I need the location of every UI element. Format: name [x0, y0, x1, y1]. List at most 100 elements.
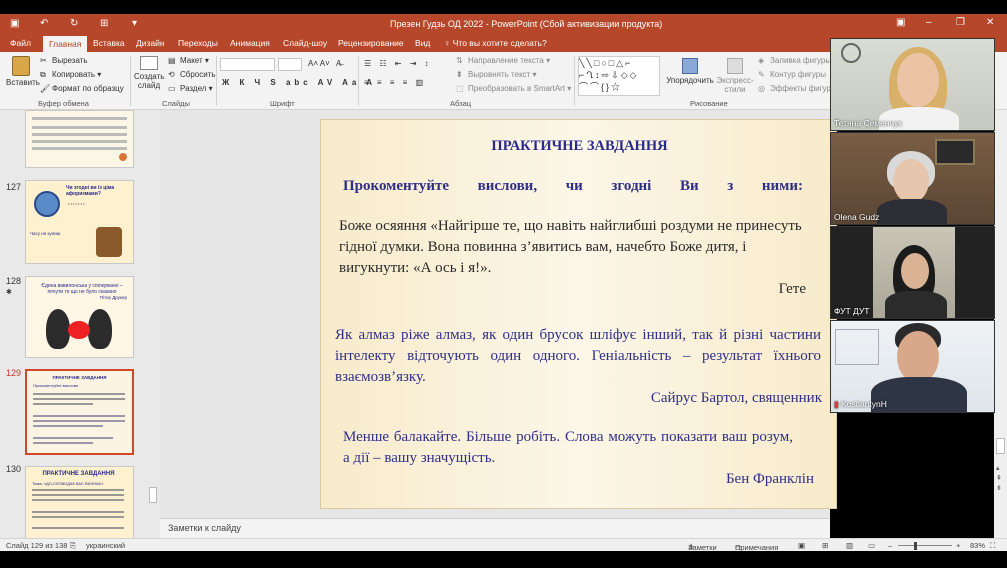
video-tile[interactable]: Тетяна Семенчук — [830, 38, 995, 131]
thumb-subtitle: Прокоментуйте вислови — [33, 383, 79, 388]
quote-author: Сайрус Бартол, священник — [650, 390, 822, 406]
customize-qat-icon[interactable]: ▾ — [132, 18, 137, 29]
save-icon[interactable]: ▣ — [10, 18, 19, 29]
layout-button[interactable]: ▤ Макет ▾ — [168, 56, 209, 66]
smartart-button[interactable]: ⬚ Преобразовать в SmartArt ▾ — [456, 84, 571, 94]
shape-outline-button[interactable]: ✎ Контур фигуры — [758, 70, 826, 80]
yin-yang-icon — [34, 191, 60, 217]
thumb-line — [33, 437, 113, 439]
reset-button[interactable]: ⟲ Сбросить — [168, 70, 216, 80]
normal-view-icon[interactable]: ▣ — [798, 541, 805, 550]
hourglass-icon — [96, 227, 122, 257]
thumb-line — [32, 511, 124, 513]
font-name-combo[interactable] — [220, 58, 275, 71]
thumb-line — [32, 117, 127, 120]
clear-format-icon[interactable]: A̶ — [336, 59, 341, 68]
slide-thumbnail-130[interactable]: ПРАКТИЧНЕ ЗАВДАННЯ Тема: «ДО-СЛОВОДАК ВА… — [25, 466, 134, 540]
participant-name: Olena Gudz — [834, 212, 880, 222]
format-painter-button[interactable]: 🖌 Формат по образцу — [40, 84, 124, 94]
list-buttons[interactable]: ☰ ☷ ⇤ ⇥ ↕ — [364, 59, 432, 68]
cut-button[interactable]: ✂ Вырезать — [40, 56, 88, 66]
language-indicator[interactable]: украинский — [86, 541, 125, 550]
present-icon[interactable]: ⊞ — [100, 18, 108, 29]
arrange-button[interactable]: Упорядочить — [665, 58, 715, 85]
status-bar: Слайд 129 из 138 ⎘ украинский ≜ Заметки … — [0, 538, 1007, 552]
zoom-level[interactable]: 83% — [970, 541, 985, 550]
tab-transitions[interactable]: Переходы — [178, 38, 218, 48]
slide-thumbnail[interactable] — [25, 110, 134, 168]
slide-thumbnail-127[interactable]: Чи згодні ви із ціма афоризмами? • • • •… — [25, 180, 134, 264]
group-slides-label: Слайды — [162, 99, 190, 108]
video-tile[interactable]: ФУТ ДУТ — [830, 226, 995, 319]
participant-name: ▮ KostiantynH — [834, 399, 887, 410]
participant-face — [897, 53, 939, 107]
text-direction-button[interactable]: ⇅ Направление текста ▾ — [456, 56, 550, 66]
notes-pane[interactable]: Заметки к слайду — [160, 518, 830, 538]
fit-slide-icon[interactable]: ⛶ — [990, 541, 995, 551]
participant-body — [877, 199, 947, 224]
new-slide-button[interactable]: Создать слайд — [134, 56, 164, 90]
reading-view-icon[interactable]: ▥ — [846, 541, 853, 550]
participant-face — [901, 253, 929, 289]
transition-star-icon: ✱ — [6, 289, 12, 296]
scroll-arrows[interactable]: ▴ ⇞ ⇟ — [996, 464, 1002, 494]
spellcheck-icon[interactable]: ⎘ — [70, 541, 76, 551]
cut-label: Вырезать — [52, 56, 88, 66]
shape-effects-button[interactable]: ◎ Эффекты фигур — [758, 84, 831, 94]
zoom-slider[interactable] — [898, 545, 952, 546]
slide-scrollbar[interactable]: ▴ ⇞ ⇟ — [994, 110, 1007, 540]
video-tile[interactable]: Olena Gudz — [830, 132, 995, 225]
tab-slideshow[interactable]: Слайд-шоу — [283, 38, 327, 48]
close-icon[interactable]: ✕ — [986, 17, 994, 28]
thumb-line — [32, 489, 124, 491]
thumb-title: Чи згодні ви із ціма афоризмами? — [66, 185, 115, 197]
thumbnail-scrollbar[interactable] — [148, 112, 158, 537]
clipboard-icon — [12, 56, 30, 76]
slide-thumbnail-129[interactable]: ПРАКТИЧНЕ ЗАВДАННЯ Прокоментуйте вислови — [25, 369, 134, 455]
tab-insert[interactable]: Вставка — [93, 38, 125, 48]
shape-fill-button[interactable]: ◈ Заливка фигуры — [758, 56, 831, 66]
lightbulb-icon: ♀ — [444, 38, 451, 48]
thumb-line — [33, 393, 125, 395]
scrollbar-thumb[interactable] — [149, 487, 157, 503]
tell-me-search[interactable]: ♀ Что вы хотите сделать? — [444, 38, 547, 48]
zoom-in-icon[interactable]: + — [956, 541, 960, 550]
font-grow-shrink[interactable]: A˄ A˅ — [308, 59, 330, 68]
video-tile[interactable]: ▮ KostiantynH — [830, 320, 995, 413]
current-slide[interactable]: ПРАКТИЧНЕ ЗАВДАННЯ Прокоментуйте вислови… — [320, 119, 837, 509]
ribbon-display-icon[interactable]: ▣ — [896, 17, 905, 28]
wall-picture — [935, 139, 975, 165]
tab-file[interactable]: Файл — [10, 38, 31, 48]
tab-animations[interactable]: Анимация — [230, 38, 270, 48]
paste-button[interactable]: Вставить — [6, 56, 40, 87]
slide-sorter-icon[interactable]: ⊞ — [822, 541, 828, 550]
tab-design[interactable]: Дизайн — [136, 38, 165, 48]
smartart-label: Преобразовать в SmartArt — [468, 84, 566, 94]
slideshow-icon[interactable]: ▭ — [868, 541, 875, 550]
tab-home[interactable]: Главная — [43, 36, 88, 52]
minimize-icon[interactable]: – — [926, 17, 932, 28]
font-style-buttons[interactable]: Ж К Ч S abc AV Aa A — [222, 78, 376, 87]
shape-effects-label: Эффекты фигур — [770, 84, 831, 94]
new-slide-icon — [140, 56, 158, 70]
brush-icon: 🖌 — [40, 84, 51, 93]
section-button[interactable]: ▭ Раздел ▾ — [168, 84, 213, 94]
zoom-slider-handle[interactable] — [914, 542, 917, 550]
shapes-gallery[interactable]: ╲╲□○□△⌐ ⌐Ղ↕⇨⇩◇◇ ⌒⌒{}☆ — [578, 56, 660, 96]
restore-icon[interactable]: ❐ — [956, 17, 965, 28]
zoom-out-icon[interactable]: – — [888, 541, 892, 550]
format-painter-label: Формат по образцу — [52, 84, 124, 94]
group-drawing-label: Рисование — [690, 99, 728, 108]
copy-button[interactable]: ⧉ Копировать ▾ — [40, 70, 101, 80]
scrollbar-thumb[interactable] — [996, 438, 1005, 454]
redo-icon[interactable]: ↻ — [70, 18, 78, 29]
font-size-combo[interactable] — [278, 58, 302, 71]
quick-styles-button[interactable]: Экспресс-стили — [716, 58, 754, 94]
tab-view[interactable]: Вид — [415, 38, 430, 48]
tab-review[interactable]: Рецензирование — [338, 38, 404, 48]
slide-thumbnail-128[interactable]: Єдина вавилонська у спілкуванні – почути… — [25, 276, 134, 358]
align-buttons[interactable]: ≡ ≡ ≡ ≡ ▥ — [364, 78, 426, 87]
align-text-button[interactable]: ⬍ Выровнять текст ▾ — [456, 70, 537, 80]
mic-muted-icon: ▮ — [834, 399, 839, 409]
undo-icon[interactable]: ↶ — [40, 18, 48, 29]
